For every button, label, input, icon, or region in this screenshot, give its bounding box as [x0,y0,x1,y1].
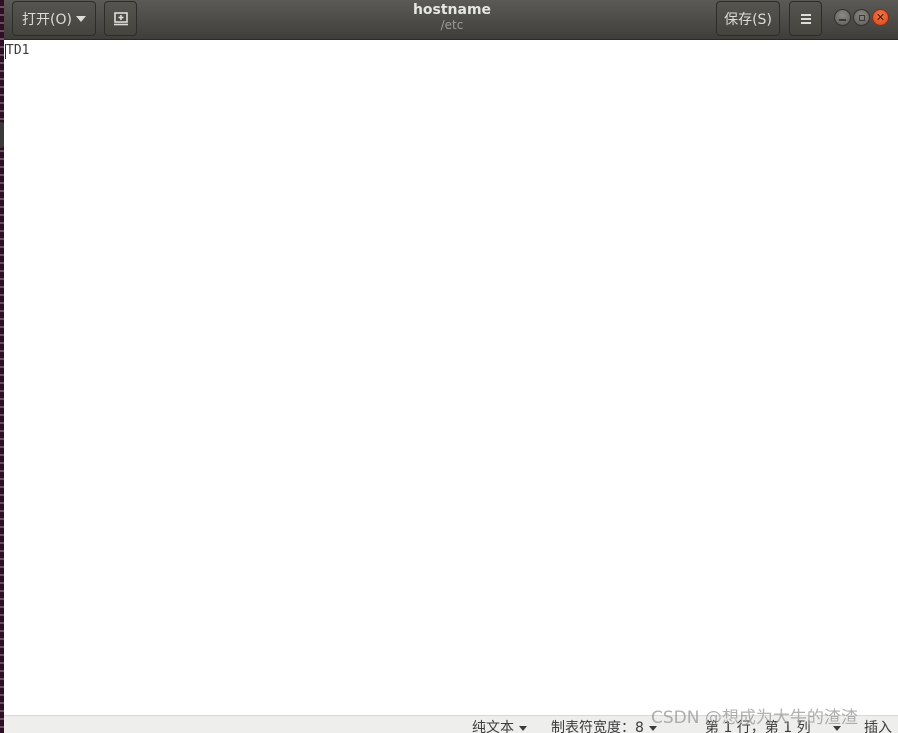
tab-width-selector[interactable]: 制表符宽度：8 [551,719,657,733]
minimize-icon [839,18,846,21]
open-button[interactable]: 打开(O) [12,1,96,36]
minimize-button[interactable] [834,9,851,26]
insert-mode-indicator: 插入 [864,720,892,733]
header-bar: 打开(O) hostname /etc 保存(S) ✕ [4,0,898,40]
gedit-window: 打开(O) hostname /etc 保存(S) ✕ TD1 纯文本 制表符宽… [0,0,898,733]
csdn-watermark: CSDN @想成为大牛的渣渣 [651,708,858,728]
close-icon: ✕ [875,11,886,24]
editor-content: TD1 [6,43,30,58]
new-document-icon [113,11,128,25]
maximize-button[interactable] [853,9,870,26]
window-title-block: hostname /etc [354,2,550,33]
chevron-down-icon [519,725,527,731]
new-document-button[interactable] [104,1,137,36]
menu-button[interactable] [789,1,822,36]
window-controls: ✕ [834,9,889,26]
maximize-icon [858,14,865,21]
tab-width-label: 制表符宽度：8 [551,720,644,733]
syntax-selector[interactable]: 纯文本 [472,719,527,733]
window-subtitle: /etc [440,18,464,32]
save-button[interactable]: 保存(S) [716,1,780,36]
chevron-down-icon [75,16,86,22]
window-title: hostname [412,2,492,18]
open-button-label: 打开(O) [22,11,72,28]
hamburger-menu-icon [800,13,811,24]
syntax-label: 纯文本 [472,720,514,733]
close-button[interactable]: ✕ [872,9,889,26]
text-editor-area[interactable]: TD1 [4,41,898,715]
